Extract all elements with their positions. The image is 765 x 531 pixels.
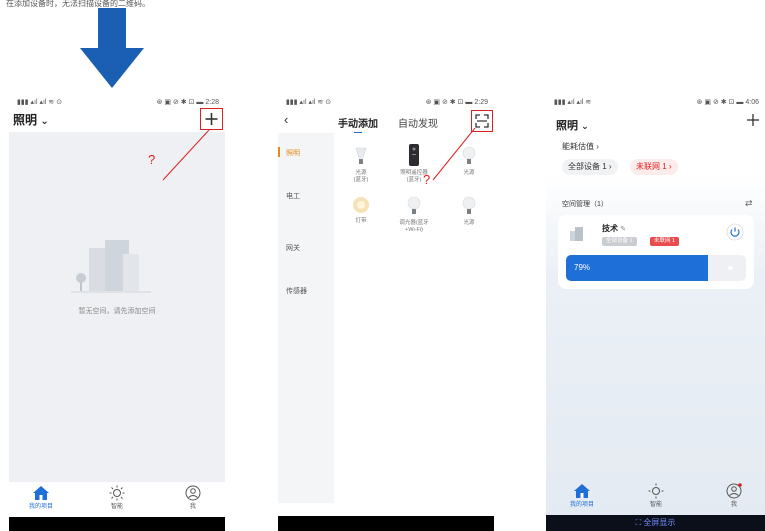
category-gateway[interactable]: 网关 [286, 243, 300, 253]
annotation-line-2 [432, 128, 476, 181]
power-icon [726, 223, 744, 241]
light-strip-icon [353, 197, 369, 213]
brightness-value: 79% [574, 263, 591, 272]
bottom-nav: 我的项目 智能 我 [546, 481, 765, 517]
status-right: ⊛ ▣ ⊘ ✱ ⊡ ▬ 4:06 [696, 99, 759, 106]
space-management-label: 空间管理（1） [562, 201, 608, 208]
page-title: 照明 [13, 113, 38, 127]
nav-label: 我的项目 [28, 504, 53, 510]
device-name: 灯带 [355, 218, 367, 224]
chip-all-devices[interactable]: 全部设备 1 › [562, 159, 618, 175]
sun-icon [648, 483, 664, 499]
chevron-down-icon: ⌄ [40, 116, 49, 127]
down-arrow-icon [80, 8, 144, 88]
plus-icon [747, 114, 759, 126]
home-icon [574, 484, 590, 498]
status-left: ▮▮▮ ▴ıl ▴ıl ≋ ⊙ [17, 99, 63, 106]
empty-buildings-illustration [71, 240, 151, 293]
device-item[interactable]: 调光器(蓝牙 +Wi-Fi) [392, 195, 436, 234]
fullscreen-bar[interactable]: ⛶ 全屏显示 [546, 515, 765, 531]
status-right: ⊛ ▣ ⊘ ✱ ⊡ ▬ 2:28 [156, 99, 219, 106]
device-item[interactable]: 光源 (蓝牙) [339, 145, 383, 184]
energy-estimate-link[interactable]: 能耗估值 › [562, 141, 599, 152]
back-chevron-icon: ‹ [284, 112, 289, 127]
room-building-icon [570, 227, 583, 241]
chip-offline[interactable]: 未联网 1 › [630, 159, 678, 175]
header-title-dropdown[interactable]: 照明 ⌄ [556, 117, 589, 133]
active-indicator [278, 147, 280, 157]
tab-label: 手动添加 [338, 119, 378, 130]
room-card[interactable]: 技术 ✎ 全部设备 1 未联网 1 79% [558, 215, 754, 289]
system-nav-bar [278, 516, 494, 531]
nav-label: 智能 [649, 502, 662, 508]
tab-manual-add[interactable]: 手动添加 [338, 115, 378, 134]
status-bar: ▮▮▮ ▴ıl ▴ıl ≋ ⊙ ⊛ ▣ ⊘ ✱ ⊡ ▬ 2:28 [9, 95, 225, 109]
bulb-icon [462, 196, 476, 214]
device-name: 光源 (蓝牙) [353, 170, 369, 183]
bulb-icon [355, 147, 367, 164]
system-nav-bar [9, 517, 225, 531]
header-title-dropdown[interactable]: 照明 ⌄ [13, 111, 49, 128]
phone-screen-3: ▮▮▮ ▴ıl ▴ıl ≋ ⊛ ▣ ⊘ ✱ ⊡ ▬ 4:06 照明 ⌄ 能耗估值… [546, 95, 765, 531]
status-right: ⊛ ▣ ⊘ ✱ ⊡ ▬ 2:29 [425, 99, 488, 106]
room-name-text: 技术 [602, 224, 618, 233]
swap-icon[interactable]: ⇄ [745, 198, 753, 209]
question-mark-2: ? [423, 172, 431, 187]
nav-label: 智能 [110, 504, 123, 510]
question-mark-1: ? [148, 152, 156, 167]
brightness-slider[interactable]: 79% [566, 255, 746, 281]
bulb-icon [407, 196, 421, 214]
category-sidebar: 照明 电工 网关 传感器 [278, 133, 334, 503]
nav-item-smart[interactable]: 智能 [636, 483, 676, 508]
status-left: ▮▮▮ ▴ıl ▴ıl ≋ [554, 99, 592, 106]
nav-item-me[interactable]: 我 [173, 485, 213, 510]
device-item[interactable]: 光源 [447, 195, 491, 227]
fullscreen-label: ⛶ 全屏显示 [635, 518, 676, 527]
annotation-line-1 [162, 130, 210, 181]
plus-icon [205, 113, 218, 125]
status-left: ▮▮▮ ▴ıl ▴ıl ≋ ⊙ [286, 99, 332, 106]
nav-item-me[interactable]: 我 [714, 483, 754, 508]
remote-icon [409, 144, 419, 166]
user-icon [185, 485, 201, 501]
nav-label: 我的项目 [569, 502, 594, 508]
room-name: 技术 ✎ [602, 223, 626, 234]
nav-item-my-projects[interactable]: 我的项目 [562, 483, 602, 508]
nav-item-smart[interactable]: 智能 [97, 485, 137, 510]
room-badge-all: 全部设备 1 [602, 237, 637, 246]
status-bar: ▮▮▮ ▴ıl ▴ıl ≋ ⊛ ▣ ⊘ ✱ ⊡ ▬ 4:06 [546, 95, 765, 109]
power-button[interactable] [726, 223, 744, 246]
status-bar: ▮▮▮ ▴ıl ▴ıl ≋ ⊙ ⊛ ▣ ⊘ ✱ ⊡ ▬ 2:29 [278, 95, 494, 109]
slider-handle[interactable] [728, 266, 733, 270]
home-icon [33, 486, 49, 500]
edit-icon[interactable]: ✎ [620, 226, 626, 233]
room-badge-offline: 未联网 1 [650, 237, 680, 246]
device-grid: 光源 (蓝牙) 照明遥控器 (蓝牙) 光源 灯带 调光器(蓝牙 +Wi-Fi) … [334, 133, 494, 503]
bottom-nav: 我的项目 智能 我 [9, 483, 225, 519]
back-button[interactable]: ‹ [284, 112, 288, 127]
nav-item-my-projects[interactable]: 我的项目 [21, 485, 61, 510]
category-sensor[interactable]: 传感器 [286, 286, 307, 296]
chevron-down-icon: ⌄ [581, 121, 589, 131]
add-button[interactable] [200, 108, 223, 130]
add-button[interactable] [746, 113, 760, 132]
device-name: 光源 [463, 220, 475, 226]
device-name: 调光器(蓝牙 +Wi-Fi) [399, 220, 429, 233]
nav-label: 我 [189, 504, 196, 510]
device-item[interactable]: 灯带 [339, 195, 383, 225]
nav-label: 我 [730, 502, 737, 508]
category-lighting[interactable]: 照明 [286, 148, 300, 158]
category-electrical[interactable]: 电工 [286, 191, 300, 201]
sun-icon [109, 485, 125, 501]
page-title: 照明 [556, 120, 578, 132]
empty-state-text: 暂无空间，请先添加空间 [78, 308, 156, 315]
user-icon [726, 483, 742, 499]
